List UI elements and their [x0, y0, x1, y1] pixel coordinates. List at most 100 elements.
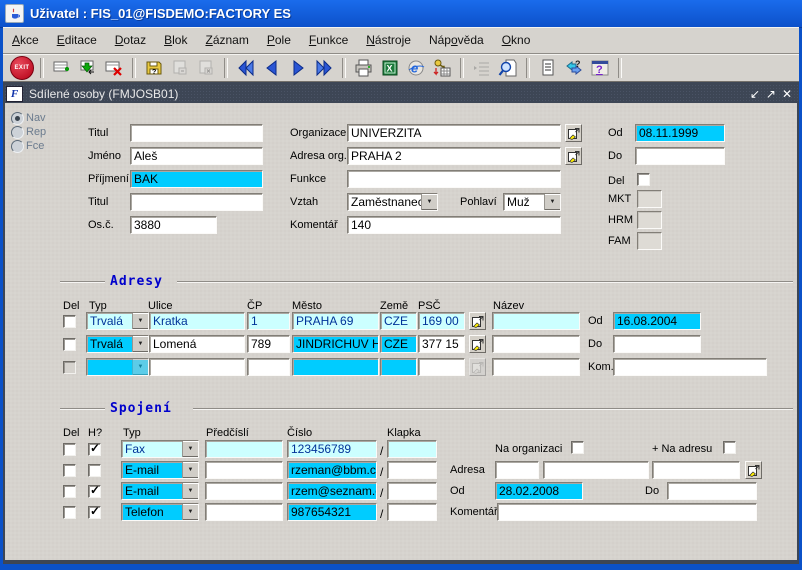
do-field[interactable] [635, 147, 725, 165]
na-organizaci-checkbox[interactable] [571, 441, 584, 454]
connection-klapka-field[interactable] [387, 482, 437, 500]
connection-typ-select[interactable]: E-mail▼ [121, 461, 199, 479]
maximize-icon[interactable]: ↗ [766, 88, 776, 100]
address-psc-field[interactable]: 377 15 [418, 335, 465, 353]
address-edit-button[interactable] [469, 312, 486, 330]
address-zeme-field[interactable] [380, 358, 417, 376]
close-icon[interactable]: ✕ [782, 88, 792, 100]
address-mesto-field[interactable]: PRAHA 69 [292, 312, 379, 330]
connection-predcisli-field[interactable] [205, 503, 283, 521]
menu-akce[interactable]: Akce [3, 30, 48, 50]
titul1-field[interactable] [130, 124, 263, 142]
chevron-down-icon[interactable]: ▼ [182, 462, 198, 478]
radio-fce[interactable] [11, 140, 24, 153]
address-mesto-field[interactable]: JINDRICHUV HRAD [292, 335, 379, 353]
connection-del-checkbox[interactable] [63, 506, 76, 519]
connection-typ-select[interactable]: Fax▼ [121, 440, 199, 458]
connection-del-checkbox[interactable] [63, 443, 76, 456]
connection-adresa1-field[interactable] [495, 461, 539, 479]
connection-klapka-field[interactable] [387, 503, 437, 521]
previous-record-button[interactable] [260, 56, 284, 80]
exit-button[interactable]: EXIT [10, 56, 34, 80]
connection-komentar-field[interactable] [497, 503, 757, 521]
address-nazev-field[interactable] [492, 312, 580, 330]
od-field[interactable]: 08.11.1999 [635, 124, 725, 142]
address-nazev-field[interactable] [492, 335, 580, 353]
menu-blok[interactable]: Blok [155, 30, 196, 50]
address-cp-field[interactable]: 789 [247, 335, 290, 353]
browser-button[interactable]: e [404, 56, 428, 80]
address-do-field[interactable] [613, 335, 701, 353]
chevron-down-icon[interactable]: ▼ [132, 313, 148, 329]
funkce-field[interactable] [347, 170, 561, 188]
komentar-field[interactable]: 140 [347, 216, 561, 234]
connection-h-checkbox[interactable] [88, 464, 101, 477]
connection-predcisli-field[interactable] [205, 440, 283, 458]
outline-button[interactable] [470, 56, 494, 80]
connection-cislo-field[interactable]: rzeman@bbm.cz [287, 461, 377, 479]
connection-typ-select[interactable]: Telefon▼ [121, 503, 199, 521]
connection-do-field[interactable] [667, 482, 757, 500]
last-record-button[interactable] [312, 56, 336, 80]
connection-del-checkbox[interactable] [63, 464, 76, 477]
address-psc-field[interactable]: 169 00 [418, 312, 465, 330]
connection-cislo-field[interactable]: 123456789 [287, 440, 377, 458]
address-del-checkbox[interactable] [63, 338, 76, 351]
menu-nastroje[interactable]: Nástroje [357, 30, 420, 50]
titul2-field[interactable] [130, 193, 263, 211]
save-button[interactable]: ? [142, 56, 166, 80]
address-mesto-field[interactable] [292, 358, 379, 376]
radio-rep[interactable] [11, 126, 24, 139]
address-zeme-field[interactable]: CZE [380, 335, 417, 353]
menu-zaznam[interactable]: Záznam [196, 30, 257, 50]
permissions-button[interactable] [430, 56, 454, 80]
connection-klapka-field[interactable] [387, 461, 437, 479]
pohlavi-select[interactable]: Muž▼ [503, 193, 561, 211]
address-del-checkbox[interactable] [63, 315, 76, 328]
chevron-down-icon[interactable]: ▼ [132, 336, 148, 352]
connection-klapka-field[interactable] [387, 440, 437, 458]
connection-predcisli-field[interactable] [205, 461, 283, 479]
address-cp-field[interactable]: 1 [247, 312, 290, 330]
jmeno-field[interactable]: Aleš [130, 147, 263, 165]
chevron-down-icon[interactable]: ▼ [544, 194, 560, 210]
na-adresu-checkbox[interactable] [723, 441, 736, 454]
address-ulice-field[interactable] [149, 358, 245, 376]
chevron-down-icon[interactable]: ▼ [421, 194, 437, 210]
clear-record-button[interactable] [168, 56, 192, 80]
menu-pole[interactable]: Pole [258, 30, 300, 50]
prijmeni-field[interactable]: BAK [130, 170, 263, 188]
connection-adresa2-field[interactable] [543, 461, 649, 479]
menu-dotaz[interactable]: Dotaz [106, 30, 155, 50]
search-button[interactable] [496, 56, 520, 80]
address-zeme-field[interactable]: CZE [380, 312, 417, 330]
connection-h-checkbox[interactable] [88, 443, 101, 456]
address-typ-select[interactable]: ▼ [86, 358, 149, 376]
address-ulice-field[interactable]: Lomená [149, 335, 245, 353]
radio-nav[interactable] [11, 112, 24, 125]
delete-record-button[interactable] [102, 56, 126, 80]
menu-funkce[interactable]: Funkce [300, 30, 357, 50]
address-edit-button[interactable] [469, 335, 486, 353]
address-cp-field[interactable] [247, 358, 290, 376]
connection-h-checkbox[interactable] [88, 485, 101, 498]
connection-cislo-field[interactable]: 987654321 [287, 503, 377, 521]
vztah-select[interactable]: Zaměstnanec▼ [347, 193, 438, 211]
chevron-down-icon[interactable]: ▼ [132, 359, 148, 375]
connection-adresa-edit-button[interactable] [745, 461, 762, 479]
export-excel-button[interactable]: X [378, 56, 402, 80]
address-nazev-field[interactable] [492, 358, 580, 376]
help-button[interactable]: ? [588, 56, 612, 80]
connection-predcisli-field[interactable] [205, 482, 283, 500]
connection-adresa3-field[interactable] [652, 461, 740, 479]
form-window-titlebar[interactable]: F Sdílené osoby (FMJOSB01) ↙ ↗ ✕ [4, 84, 798, 103]
address-typ-select[interactable]: Trvalá▼ [86, 335, 149, 353]
minimize-icon[interactable]: ↙ [750, 88, 760, 100]
del-checkbox[interactable] [637, 173, 650, 186]
organizace-edit-button[interactable] [565, 124, 582, 142]
address-ulice-field[interactable]: Kratka [149, 312, 245, 330]
window-help-button[interactable]: ? [562, 56, 586, 80]
adresa-org-edit-button[interactable] [565, 147, 582, 165]
first-record-button[interactable] [234, 56, 258, 80]
connection-del-checkbox[interactable] [63, 485, 76, 498]
